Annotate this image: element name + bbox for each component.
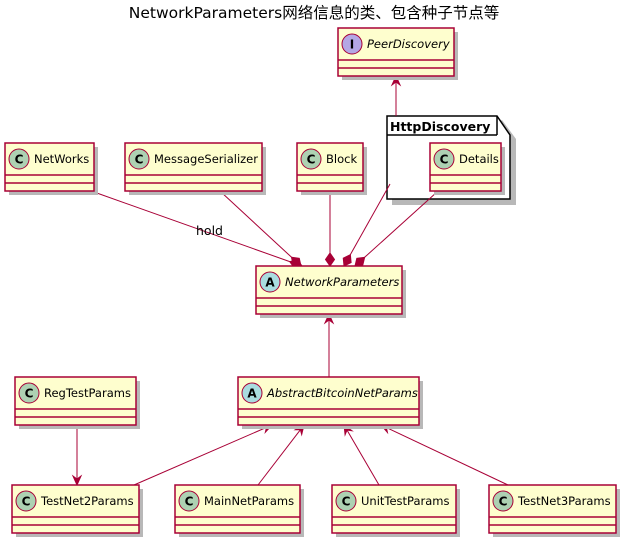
edge-label-hold: hold: [196, 223, 223, 238]
badge-letter: A: [247, 387, 257, 401]
class-name: RegTestParams: [44, 386, 131, 400]
class-badge-icon: C: [335, 490, 357, 512]
class-name: NetworkParameters: [285, 275, 399, 289]
diagram-title: NetworkParameters网络信息的类、包含种子节点等: [129, 4, 499, 22]
edge-testnet3params-to-abstractbitcoinnetparams: [379, 424, 509, 486]
uml-class-diagram: NetworkParameters网络信息的类、包含种子节点等 HttpDisc…: [4, 4, 620, 537]
class-name: Block: [326, 152, 357, 166]
class-badge-icon: C: [433, 148, 455, 170]
class-badge-icon: C: [492, 490, 514, 512]
class-name: AbstractBitcoinNetParams: [266, 386, 418, 400]
class-name: TestNet3Params: [517, 494, 611, 508]
class-badge-icon: C: [18, 382, 40, 404]
badge-letter: C: [307, 153, 316, 167]
class-node-message-serializer[interactable]: C MessageSerializer: [124, 142, 266, 195]
abstract-class-badge-icon: A: [259, 271, 281, 293]
edge-testnet2params-to-abstractbitcoinnetparams: [133, 424, 274, 486]
badge-letter: C: [135, 153, 144, 167]
class-node-details[interactable]: C Details: [429, 142, 505, 195]
class-node-main-net-params[interactable]: C MainNetParams: [174, 484, 304, 537]
edge-unittestparams-to-abstractbitcoinnetparams: [343, 423, 380, 486]
edge-regtestparams-to-testnet2params: [71, 425, 83, 487]
class-node-block[interactable]: C Block: [296, 142, 367, 195]
class-name: NetWorks: [34, 152, 89, 166]
class-name: PeerDiscovery: [367, 37, 450, 51]
class-name: MainNetParams: [204, 494, 294, 508]
class-name: Details: [459, 152, 499, 166]
badge-letter: C: [25, 387, 34, 401]
class-node-unit-test-params[interactable]: C UnitTestParams: [331, 484, 460, 537]
edge-httpdiscovery-to-peerdiscovery: [390, 74, 402, 116]
edge-abstractbitcoinnetparams-to-networkparameters: [323, 312, 335, 377]
edge-block-to-networkparameters: [324, 192, 336, 267]
class-name: UnitTestParams: [361, 494, 450, 508]
class-node-test-net2-params[interactable]: C TestNet2Params: [11, 484, 143, 537]
badge-letter: C: [440, 153, 449, 167]
class-badge-icon: C: [128, 148, 150, 170]
edge-httpdiscovery-to-networkparameters: [342, 183, 391, 267]
class-nodes: I PeerDiscovery C Details C NetWorks C MessageS…: [4, 27, 620, 537]
badge-letter: C: [15, 153, 24, 167]
badge-letter: C: [499, 495, 508, 509]
class-badge-icon: C: [178, 490, 200, 512]
badge-letter: C: [342, 495, 351, 509]
badge-letter: C: [22, 495, 31, 509]
class-badge-icon: C: [15, 490, 37, 512]
interface-badge-icon: I: [341, 33, 363, 55]
class-name: MessageSerializer: [154, 152, 258, 166]
edge-messageserializer-to-networkparameters: [220, 191, 302, 267]
class-node-network-parameters[interactable]: A NetworkParameters: [255, 265, 406, 318]
package-title: HttpDiscovery: [390, 119, 490, 134]
class-node-abstract-bitcoin-net-params[interactable]: A AbstractBitcoinNetParams: [237, 376, 423, 429]
class-node-test-net3-params[interactable]: C TestNet3Params: [488, 484, 620, 537]
badge-letter: I: [350, 38, 354, 52]
class-node-peer-discovery[interactable]: I PeerDiscovery: [337, 27, 458, 80]
badge-letter: A: [265, 276, 275, 290]
abstract-class-badge-icon: A: [241, 382, 263, 404]
class-name: TestNet2Params: [40, 494, 134, 508]
class-node-reg-test-params[interactable]: C RegTestParams: [14, 376, 140, 429]
edge-mainnetparams-to-abstractbitcoinnetparams: [257, 424, 305, 486]
class-badge-icon: C: [300, 148, 322, 170]
badge-letter: C: [185, 495, 194, 509]
class-node-net-works[interactable]: C NetWorks: [4, 142, 98, 195]
class-badge-icon: C: [8, 148, 30, 170]
